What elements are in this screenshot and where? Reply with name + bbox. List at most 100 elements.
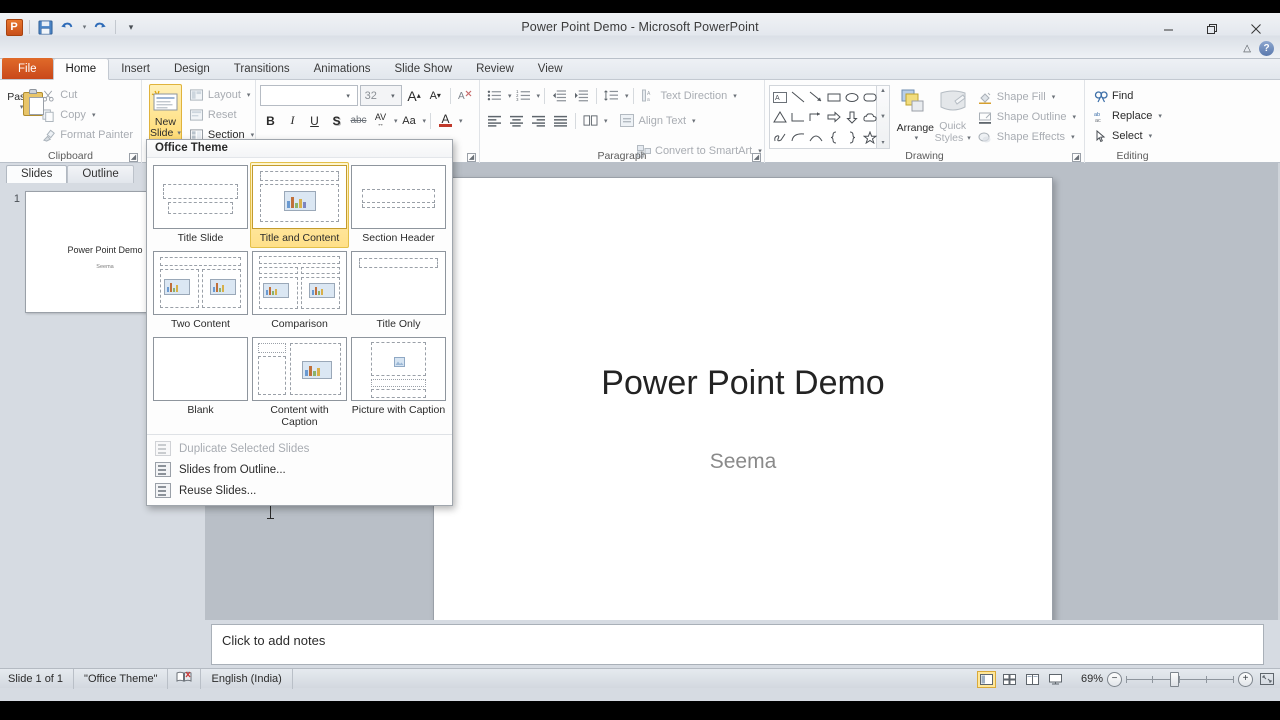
zoom-slider[interactable] xyxy=(1126,671,1234,688)
shapes-gallery[interactable]: A xyxy=(769,85,877,149)
numbering-button[interactable]: 123 xyxy=(513,85,534,106)
layout-section-header[interactable]: Section Header xyxy=(349,162,448,248)
shape-effects-button[interactable]: Shape Effects ▾ xyxy=(974,127,1080,147)
layout-two-content[interactable]: Two Content xyxy=(151,248,250,334)
arrange-button[interactable]: Arrange ▾ xyxy=(896,87,935,149)
font-color-button[interactable]: A xyxy=(435,110,456,131)
align-center-button[interactable] xyxy=(506,110,527,131)
layout-button[interactable]: Layout ▾ xyxy=(185,85,258,105)
align-right-button[interactable] xyxy=(528,110,549,131)
tab-animations[interactable]: Animations xyxy=(302,58,383,79)
font-name-input[interactable]: ▾ xyxy=(260,85,358,106)
paste-button[interactable]: Paste ▾ xyxy=(4,87,44,149)
shape-down-arrow-icon[interactable] xyxy=(843,107,861,127)
slide-subtitle-placeholder[interactable]: Seema xyxy=(434,450,1052,474)
shape-outline-button[interactable]: Shape Outline ▾ xyxy=(974,107,1080,127)
notes-input[interactable]: Click to add notes xyxy=(211,624,1264,665)
status-language[interactable]: English (India) xyxy=(201,668,293,689)
status-theme[interactable]: "Office Theme" xyxy=(74,668,169,689)
font-dialog-launcher[interactable]: ◢ xyxy=(467,153,476,162)
shape-right-arrow-icon[interactable] xyxy=(825,107,843,127)
format-painter-button[interactable]: Format Painter xyxy=(37,125,137,145)
shape-fill-button[interactable]: Shape Fill ▾ xyxy=(974,87,1080,107)
replace-button[interactable]: ab ac Replace ▾ xyxy=(1089,106,1166,126)
select-caret-icon[interactable]: ▾ xyxy=(1149,132,1153,140)
font-size-dropdown-icon[interactable]: ▾ xyxy=(386,92,399,100)
zoom-slider-handle[interactable] xyxy=(1170,671,1179,687)
replace-caret-icon[interactable]: ▾ xyxy=(1158,112,1162,120)
shape-triangle-icon[interactable] xyxy=(771,107,789,127)
layout-comparison[interactable]: Comparison xyxy=(250,248,349,334)
tab-slide-show[interactable]: Slide Show xyxy=(383,58,465,79)
layout-picture-with-caption[interactable]: Picture with Caption xyxy=(349,334,448,432)
minimize-button[interactable] xyxy=(1146,17,1190,41)
view-reading-button[interactable] xyxy=(1023,671,1042,688)
shape-elbow-arrow-icon[interactable] xyxy=(807,107,825,127)
shape-fill-caret-icon[interactable]: ▾ xyxy=(1052,93,1056,101)
zoom-out-button[interactable]: − xyxy=(1107,671,1122,687)
font-size-input[interactable]: 32 ▾ xyxy=(359,85,403,106)
copy-caret-icon[interactable]: ▾ xyxy=(92,111,96,119)
zoom-in-button[interactable]: + xyxy=(1238,671,1253,687)
help-icon[interactable]: ? xyxy=(1259,41,1274,56)
grow-font-button[interactable]: A ▴ xyxy=(404,85,423,106)
character-spacing-caret-icon[interactable]: ▾ xyxy=(394,117,398,125)
shape-effects-caret-icon[interactable]: ▾ xyxy=(1071,133,1075,141)
drawing-dialog-launcher[interactable]: ◢ xyxy=(1072,153,1081,162)
select-button[interactable]: Select ▾ xyxy=(1089,126,1166,146)
character-spacing-button[interactable]: AV ↔ xyxy=(370,110,391,131)
font-color-caret-icon[interactable]: ▾ xyxy=(459,117,463,125)
bold-button[interactable]: B xyxy=(260,110,281,131)
copy-button[interactable]: Copy ▾ xyxy=(37,105,137,125)
shape-rectangle-icon[interactable] xyxy=(825,87,843,107)
cut-button[interactable]: Cut xyxy=(37,85,137,105)
arrange-caret-icon[interactable]: ▾ xyxy=(915,134,919,142)
columns-button[interactable] xyxy=(580,110,601,131)
line-spacing-button[interactable] xyxy=(601,85,622,106)
shape-left-brace-icon[interactable] xyxy=(825,127,843,147)
clipboard-dialog-launcher[interactable]: ◢ xyxy=(129,153,138,162)
shape-arrow-icon[interactable] xyxy=(807,87,825,107)
reset-button[interactable]: Reset xyxy=(185,105,258,125)
shapes-gallery-scrollbar[interactable]: ▲ ▼ ▾ xyxy=(877,85,890,149)
shape-curve-icon[interactable] xyxy=(789,127,807,147)
shape-right-brace-icon[interactable] xyxy=(843,127,861,147)
tab-slides[interactable]: Slides xyxy=(6,165,68,183)
section-caret-icon[interactable]: ▾ xyxy=(251,131,255,139)
text-direction-caret-icon[interactable]: ▾ xyxy=(733,92,737,100)
tab-view[interactable]: View xyxy=(526,58,575,79)
justify-button[interactable] xyxy=(550,110,571,131)
text-shadow-button[interactable]: S xyxy=(326,110,347,131)
find-button[interactable]: Find xyxy=(1089,86,1166,106)
shape-scribble-icon[interactable] xyxy=(771,127,789,147)
tab-design[interactable]: Design xyxy=(162,58,222,79)
quick-styles-caret-icon[interactable]: ▾ xyxy=(967,134,971,142)
slide-title-placeholder[interactable]: Power Point Demo xyxy=(434,364,1052,403)
scroll-down-icon[interactable]: ▼ xyxy=(880,114,886,120)
shrink-font-button[interactable]: A ▾ xyxy=(426,85,445,106)
fit-to-window-button[interactable] xyxy=(1257,671,1276,688)
tab-home[interactable]: Home xyxy=(52,58,110,80)
zoom-level-label[interactable]: 69% xyxy=(1081,673,1103,685)
slide-canvas[interactable]: Power Point Demo Seema xyxy=(433,177,1053,645)
menu-slides-from-outline[interactable]: Slides from Outline... xyxy=(147,459,452,480)
layout-title-and-content[interactable]: Title and Content xyxy=(250,162,349,248)
tab-outline[interactable]: Outline xyxy=(67,165,134,183)
columns-caret-icon[interactable]: ▾ xyxy=(604,117,608,125)
new-slide-caret-icon[interactable]: ▾ xyxy=(177,128,181,139)
view-normal-button[interactable] xyxy=(976,670,996,688)
shape-line-icon[interactable] xyxy=(789,87,807,107)
restore-button[interactable] xyxy=(1190,17,1234,41)
layout-blank[interactable]: Blank xyxy=(151,334,250,432)
align-left-button[interactable] xyxy=(484,110,505,131)
layout-content-with-caption[interactable]: Content with Caption xyxy=(250,334,349,432)
shape-arc-icon[interactable] xyxy=(807,127,825,147)
layout-title-slide[interactable]: Title Slide xyxy=(151,162,250,248)
underline-button[interactable]: U xyxy=(304,110,325,131)
paragraph-dialog-launcher[interactable]: ◢ xyxy=(752,153,761,162)
decrease-indent-button[interactable] xyxy=(549,85,570,106)
shapes-more-icon[interactable]: ▾ xyxy=(881,139,884,146)
line-spacing-caret-icon[interactable]: ▾ xyxy=(625,92,629,100)
italic-button[interactable]: I xyxy=(282,110,303,131)
shape-outline-caret-icon[interactable]: ▾ xyxy=(1072,113,1076,121)
